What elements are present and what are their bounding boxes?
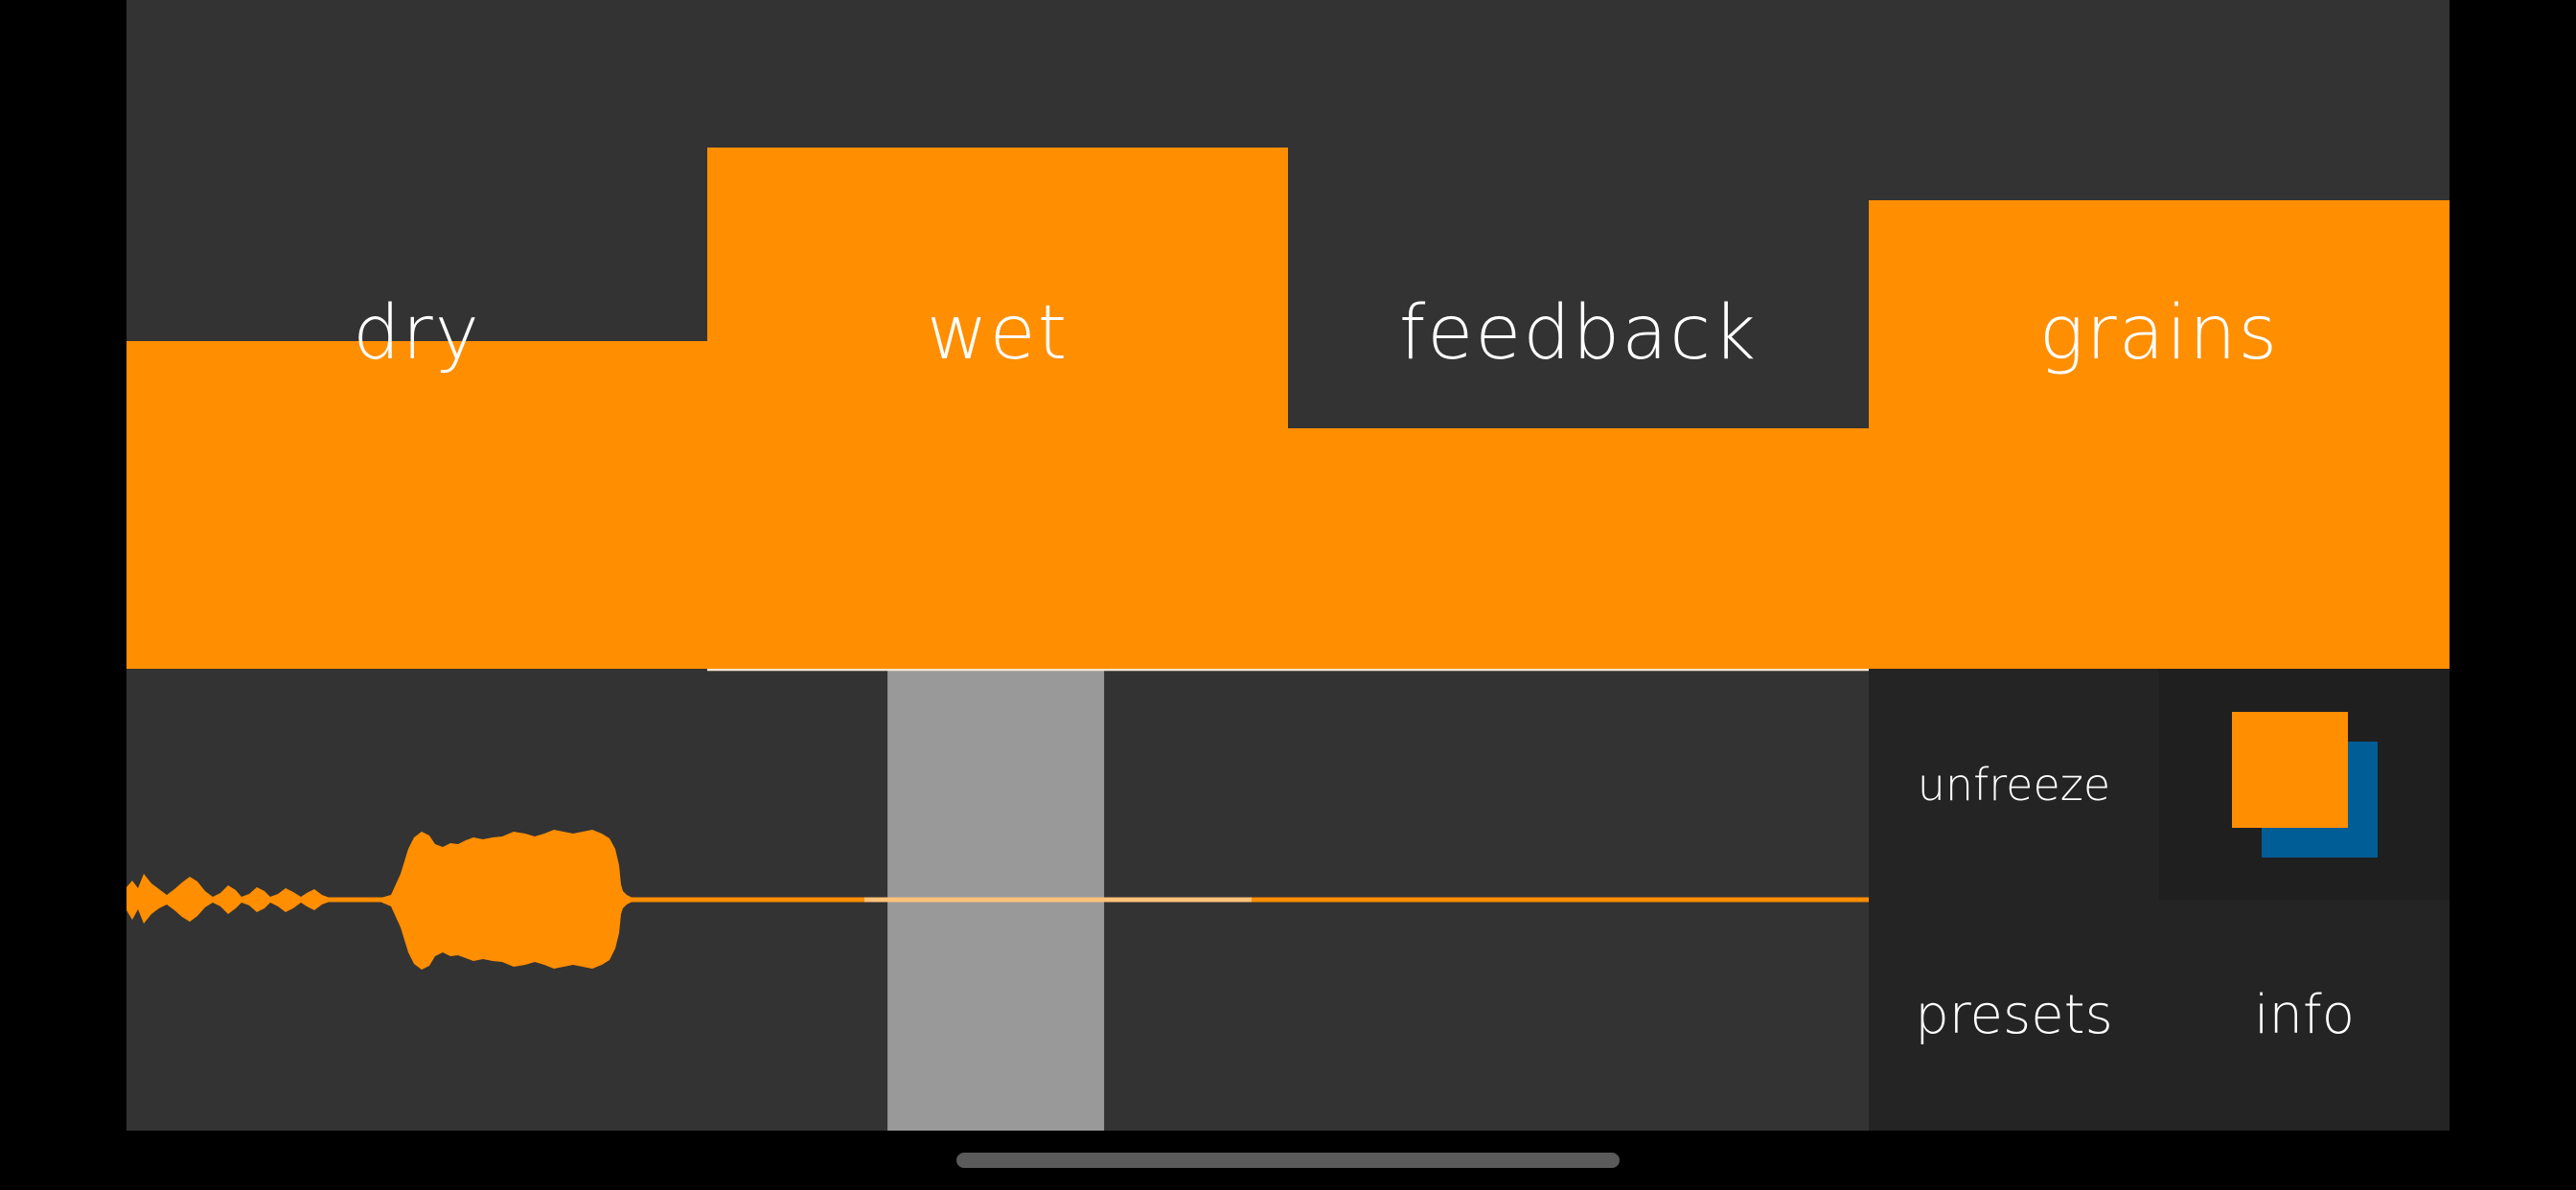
fader-feedback[interactable]: feedback bbox=[1288, 0, 1869, 669]
freeze-toggle-icon bbox=[2231, 711, 2378, 858]
fader-grains-fill bbox=[1869, 200, 2450, 669]
freeze-toggle-button[interactable] bbox=[2159, 669, 2450, 900]
waveform-area[interactable] bbox=[126, 669, 1869, 1131]
unfreeze-button[interactable]: unfreeze bbox=[1869, 669, 2159, 900]
fader-wet-fill bbox=[707, 148, 1288, 669]
freeze-front-square bbox=[2231, 711, 2348, 828]
fader-feedback-fill bbox=[1288, 428, 1869, 669]
fader-grains[interactable]: grains bbox=[1869, 0, 2450, 669]
app-root: dry wet feedback grains unfreeze presets bbox=[126, 0, 2450, 1131]
presets-button[interactable]: presets bbox=[1869, 900, 2159, 1131]
fader-dry-fill bbox=[126, 341, 707, 669]
waveform bbox=[126, 830, 663, 970]
fader-wet-label: wet bbox=[926, 290, 1070, 377]
fader-grains-label: grains bbox=[2038, 290, 2280, 377]
fader-dry-label: dry bbox=[353, 290, 481, 377]
fader-feedback-label: feedback bbox=[1398, 290, 1759, 377]
info-button[interactable]: info bbox=[2159, 900, 2450, 1131]
waveform-canvas bbox=[126, 669, 1869, 1131]
fader-wet[interactable]: wet bbox=[707, 0, 1288, 669]
fader-dry[interactable]: dry bbox=[126, 0, 707, 669]
button-panel: unfreeze presets info bbox=[1869, 669, 2450, 1131]
home-indicator[interactable] bbox=[956, 1153, 1620, 1168]
